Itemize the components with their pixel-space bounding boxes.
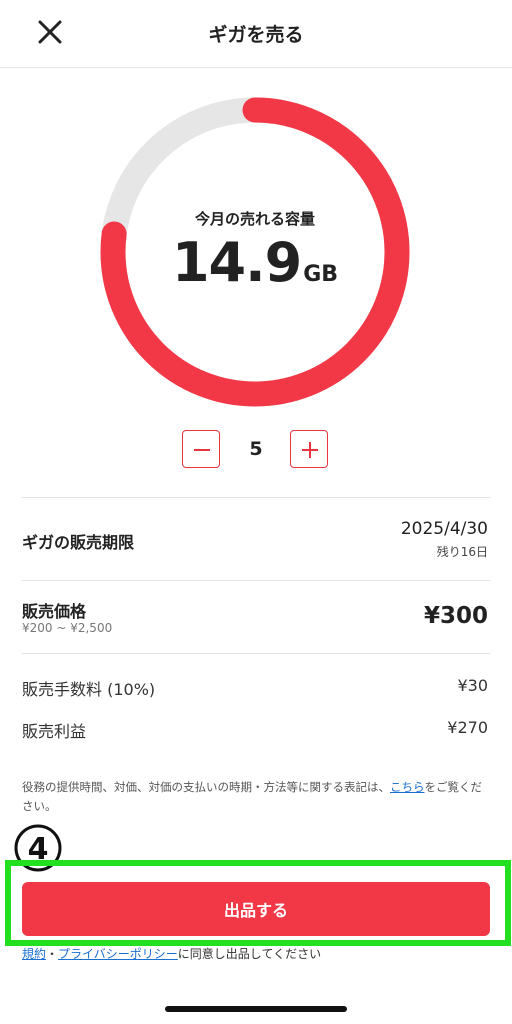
- minus-icon: [194, 449, 210, 451]
- decrease-button[interactable]: [182, 430, 220, 468]
- legal-notice: 役務の提供時間、対価、対価の支払いの時期・方法等に関する表記は、こちらをご覧くだ…: [22, 778, 492, 816]
- header: ギガを売る: [0, 0, 512, 68]
- notice-link[interactable]: こちら: [390, 780, 425, 794]
- fee-label: 販売手数料 (10%): [22, 680, 156, 699]
- price-label: 販売価格: [22, 602, 87, 621]
- privacy-policy-link[interactable]: プライバシーポリシー: [58, 947, 178, 961]
- terms-consent: 規約・プライバシーポリシーに同意し出品してください: [22, 945, 321, 962]
- capacity-unit: GB: [303, 262, 339, 287]
- profit-value: ¥270: [447, 718, 488, 737]
- price-value: ¥300: [423, 603, 488, 629]
- terms-separator: ・: [46, 947, 59, 961]
- capacity-number: 14.9: [171, 231, 302, 294]
- terms-link[interactable]: 規約: [22, 947, 46, 961]
- capacity-label: 今月の売れる容量: [194, 210, 315, 228]
- plus-icon: [302, 442, 318, 458]
- increase-button[interactable]: [290, 430, 328, 468]
- fee-value: ¥30: [457, 676, 488, 695]
- capacity-value: 14.9GB: [98, 231, 412, 294]
- capacity-ring: 今月の売れる容量 14.9GB: [98, 95, 412, 409]
- sale-deadline-date: 2025/4/30: [400, 519, 488, 539]
- price-range: ¥200 ~ ¥2,500: [22, 621, 113, 635]
- sale-deadline-label: ギガの販売期限: [22, 533, 135, 552]
- page-title: ギガを売る: [208, 24, 304, 46]
- stepper-value: 5: [249, 438, 263, 460]
- sale-deadline-remaining: 残り16日: [436, 545, 488, 559]
- submit-listing-button[interactable]: 出品する: [22, 882, 490, 936]
- divider: [22, 580, 490, 581]
- divider: [22, 653, 490, 654]
- profit-label: 販売利益: [22, 722, 87, 741]
- notice-text-before: 役務の提供時間、対価、対価の支払いの時期・方法等に関する表記は、: [22, 780, 390, 794]
- terms-text: に同意し出品してください: [177, 947, 322, 961]
- home-indicator: [165, 1006, 347, 1012]
- divider: [22, 497, 490, 498]
